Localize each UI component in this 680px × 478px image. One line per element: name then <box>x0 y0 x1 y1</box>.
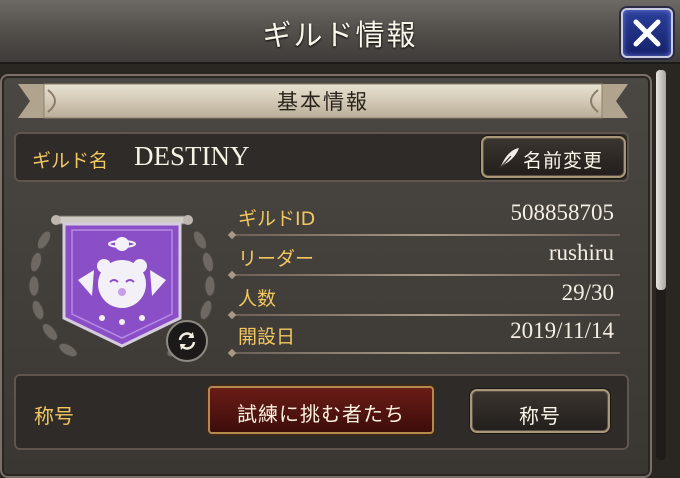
title-button-label: 称号 <box>519 404 561 428</box>
quill-pen-icon <box>499 148 519 169</box>
row-divider <box>232 352 620 354</box>
info-row-members: 人数 29/30 <box>232 280 620 316</box>
info-row-guild-id: ギルドID 508858705 <box>232 200 620 236</box>
sync-icon <box>178 332 196 350</box>
section-header: 基本情報 <box>18 82 628 120</box>
info-row-leader: リーダー rushiru <box>232 240 620 276</box>
guild-name-label: ギルド名 <box>32 150 109 172</box>
founded-value: 2019/11/14 <box>510 318 614 343</box>
members-label: 人数 <box>238 288 277 310</box>
info-row-founded: 開設日 2019/11/14 <box>232 318 620 354</box>
title-label: 称号 <box>34 404 74 428</box>
emblem-change-button[interactable] <box>166 320 208 362</box>
founded-label: 開設日 <box>238 326 296 348</box>
row-divider <box>232 274 620 276</box>
section-title: 基本情報 <box>277 90 369 114</box>
members-value: 29/30 <box>561 280 614 305</box>
close-button[interactable] <box>621 8 673 58</box>
title-button[interactable]: 称号 <box>470 389 610 433</box>
leader-value: rushiru <box>548 240 614 265</box>
leader-label: リーダー <box>238 248 315 270</box>
scrollbar-thumb[interactable] <box>656 70 666 290</box>
guild-id-label: ギルドID <box>238 208 316 230</box>
title-bar: ギルド情報 <box>0 0 680 64</box>
row-divider <box>232 234 620 236</box>
rename-button[interactable]: 名前変更 <box>481 136 626 178</box>
title-badge: 試練に挑む者たち <box>208 386 434 434</box>
rename-button-label: 名前変更 <box>523 150 604 172</box>
guild-name-value: DESTINY <box>134 141 250 171</box>
page-title: ギルド情報 <box>262 18 418 52</box>
close-icon <box>633 19 661 47</box>
row-divider <box>232 314 620 316</box>
guild-id-value: 508858705 <box>510 200 615 225</box>
scrollbar[interactable] <box>656 70 666 460</box>
title-badge-text: 試練に挑む者たち <box>237 402 405 426</box>
